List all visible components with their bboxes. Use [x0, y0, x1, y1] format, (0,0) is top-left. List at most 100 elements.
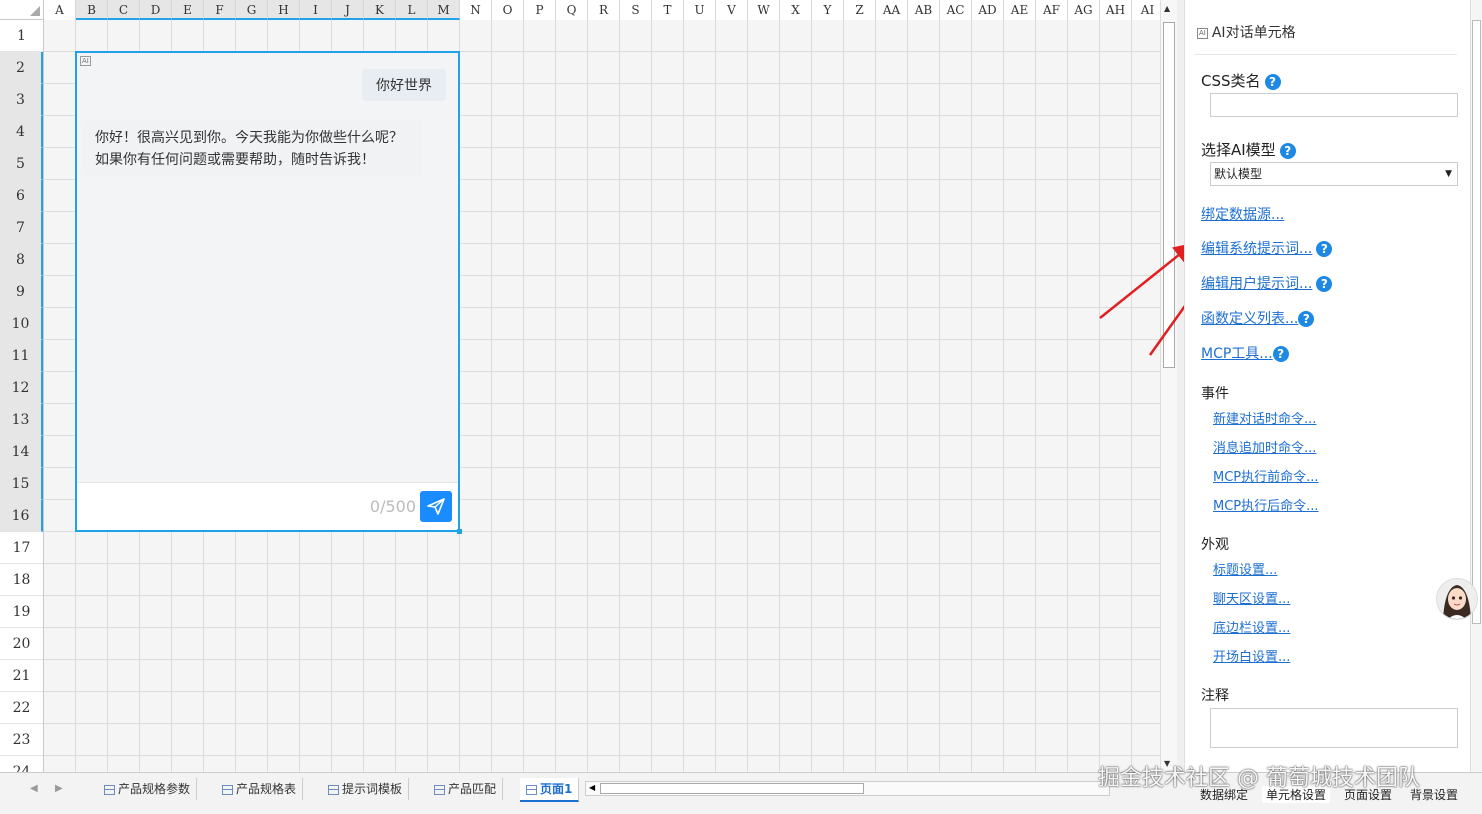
resize-handle[interactable]	[457, 529, 462, 534]
vertical-scrollbar[interactable]: ▲ ▼	[1160, 0, 1177, 772]
column-header-cell[interactable]: H	[268, 0, 300, 20]
row-header-cell[interactable]: 24	[0, 756, 43, 772]
row-header-cell[interactable]: 15	[0, 468, 43, 500]
chat-input-bar[interactable]: 0/500	[77, 482, 458, 530]
row-header-cell[interactable]: 11	[0, 340, 43, 372]
edit-system-prompt-link[interactable]: 编辑系统提示词...?	[1201, 238, 1333, 258]
row-header-cell[interactable]: 3	[0, 84, 43, 116]
column-header-cell[interactable]: Z	[844, 0, 876, 20]
help-icon[interactable]: ?	[1279, 142, 1296, 159]
row-header-cell[interactable]: 22	[0, 692, 43, 724]
row-header-cell[interactable]: 17	[0, 532, 43, 564]
column-header-cell[interactable]: AD	[972, 0, 1004, 20]
event-link-new-chat[interactable]: 新建对话时命令...	[1213, 408, 1316, 427]
column-header-cell[interactable]: X	[780, 0, 812, 20]
help-icon[interactable]: ?	[1316, 276, 1333, 292]
column-header-cell[interactable]: T	[652, 0, 684, 20]
bind-datasource-link[interactable]: 绑定数据源...	[1201, 204, 1284, 224]
row-header-cell[interactable]: 2	[0, 52, 43, 84]
column-header-cell[interactable]: N	[460, 0, 492, 20]
event-link-message-append[interactable]: 消息追加时命令...	[1213, 437, 1316, 456]
column-header-cell[interactable]: L	[396, 0, 428, 20]
row-header-cell[interactable]: 5	[0, 148, 43, 180]
help-icon[interactable]: ?	[1316, 241, 1333, 257]
title-settings-link[interactable]: 标题设置...	[1213, 559, 1277, 578]
prev-sheet-icon[interactable]: ◀	[30, 783, 38, 794]
select-all-corner[interactable]	[0, 0, 44, 20]
column-header-cell[interactable]: P	[524, 0, 556, 20]
horizontal-scrollbar[interactable]: ◀	[585, 781, 1110, 796]
sheet-tab[interactable]: 产品规格表	[216, 778, 304, 800]
mcp-tools-link[interactable]: MCP工具...?	[1201, 343, 1289, 363]
column-header-cell[interactable]: AH	[1100, 0, 1132, 20]
column-header-cell[interactable]: O	[492, 0, 524, 20]
column-header-cell[interactable]: F	[204, 0, 236, 20]
help-icon[interactable]: ?	[1298, 311, 1315, 327]
column-header-cell[interactable]: AC	[940, 0, 972, 20]
row-header-cell[interactable]: 20	[0, 628, 43, 660]
sheet-tab[interactable]: 产品规格参数	[98, 778, 198, 800]
scroll-up-icon[interactable]: ▲	[1164, 4, 1170, 13]
row-header-cell[interactable]: 19	[0, 596, 43, 628]
column-header-cell[interactable]: B	[76, 0, 108, 20]
column-header-cell[interactable]: AA	[876, 0, 908, 20]
footer-settings-link[interactable]: 底边栏设置...	[1213, 617, 1290, 636]
note-textarea[interactable]	[1210, 708, 1458, 748]
column-header-cell[interactable]: R	[588, 0, 620, 20]
event-link-mcp-after[interactable]: MCP执行后命令...	[1213, 495, 1319, 514]
function-list-link[interactable]: 函数定义列表...?	[1201, 308, 1315, 328]
column-header-cell[interactable]: M	[428, 0, 460, 20]
row-header-cell[interactable]: 7	[0, 212, 43, 244]
chat-area-settings-link[interactable]: 聊天区设置...	[1213, 588, 1290, 607]
column-header-cell[interactable]: D	[140, 0, 172, 20]
ai-chat-cell[interactable]: AI 你好世界 你好！很高兴见到你。今天我能为你做些什么呢？如果你有任何问题或需…	[75, 51, 462, 534]
panel-scroll-thumb[interactable]	[1472, 20, 1481, 624]
column-header-cell[interactable]: AE	[1004, 0, 1036, 20]
scroll-left-icon[interactable]: ◀	[589, 783, 595, 792]
opening-settings-link[interactable]: 开场白设置...	[1213, 646, 1290, 665]
edit-user-prompt-link[interactable]: 编辑用户提示词...?	[1201, 273, 1333, 293]
column-header-cell[interactable]: AG	[1068, 0, 1100, 20]
row-header-cell[interactable]: 8	[0, 244, 43, 276]
column-header-cell[interactable]: E	[172, 0, 204, 20]
sheet-tab-active[interactable]: 页面1	[520, 778, 580, 802]
column-header-cell[interactable]: AB	[908, 0, 940, 20]
row-header-cell[interactable]: 13	[0, 404, 43, 436]
help-icon[interactable]: ?	[1264, 73, 1281, 90]
row-header-cell[interactable]: 16	[0, 500, 43, 532]
ai-model-select[interactable]: 默认模型 ▼	[1210, 162, 1458, 186]
row-header-cell[interactable]: 21	[0, 660, 43, 692]
row-header-cell[interactable]: 9	[0, 276, 43, 308]
scroll-thumb[interactable]	[1163, 22, 1175, 368]
column-header-cell[interactable]: U	[684, 0, 716, 20]
next-sheet-icon[interactable]: ▶	[55, 783, 63, 794]
row-header-cell[interactable]: 23	[0, 724, 43, 756]
column-header-cell[interactable]: AF	[1036, 0, 1068, 20]
row-header-cell[interactable]: 4	[0, 116, 43, 148]
row-header-cell[interactable]: 10	[0, 308, 43, 340]
column-header-cell[interactable]: AI	[1132, 0, 1160, 20]
column-header-cell[interactable]: S	[620, 0, 652, 20]
css-class-input[interactable]	[1210, 93, 1458, 117]
hscroll-thumb[interactable]	[600, 783, 864, 794]
assistant-avatar[interactable]	[1436, 578, 1478, 620]
sheet-tab[interactable]: 提示词模板	[322, 778, 410, 800]
event-link-mcp-before[interactable]: MCP执行前命令...	[1213, 466, 1319, 485]
column-header-cell[interactable]: A	[44, 0, 76, 20]
send-button[interactable]	[420, 491, 452, 522]
sheet-tab[interactable]: 产品匹配	[428, 778, 504, 800]
column-header-cell[interactable]: J	[332, 0, 364, 20]
row-header-cell[interactable]: 6	[0, 180, 43, 212]
column-header-cell[interactable]: Q	[556, 0, 588, 20]
column-header-cell[interactable]: K	[364, 0, 396, 20]
row-header-cell[interactable]: 14	[0, 436, 43, 468]
row-header-cell[interactable]: 1	[0, 20, 43, 52]
help-icon[interactable]: ?	[1272, 346, 1289, 362]
row-header-cell[interactable]: 12	[0, 372, 43, 404]
column-header-cell[interactable]: I	[300, 0, 332, 20]
row-header-cell[interactable]: 18	[0, 564, 43, 596]
column-header-cell[interactable]: W	[748, 0, 780, 20]
column-header-cell[interactable]: C	[108, 0, 140, 20]
column-header-cell[interactable]: V	[716, 0, 748, 20]
column-header-cell[interactable]: G	[236, 0, 268, 20]
